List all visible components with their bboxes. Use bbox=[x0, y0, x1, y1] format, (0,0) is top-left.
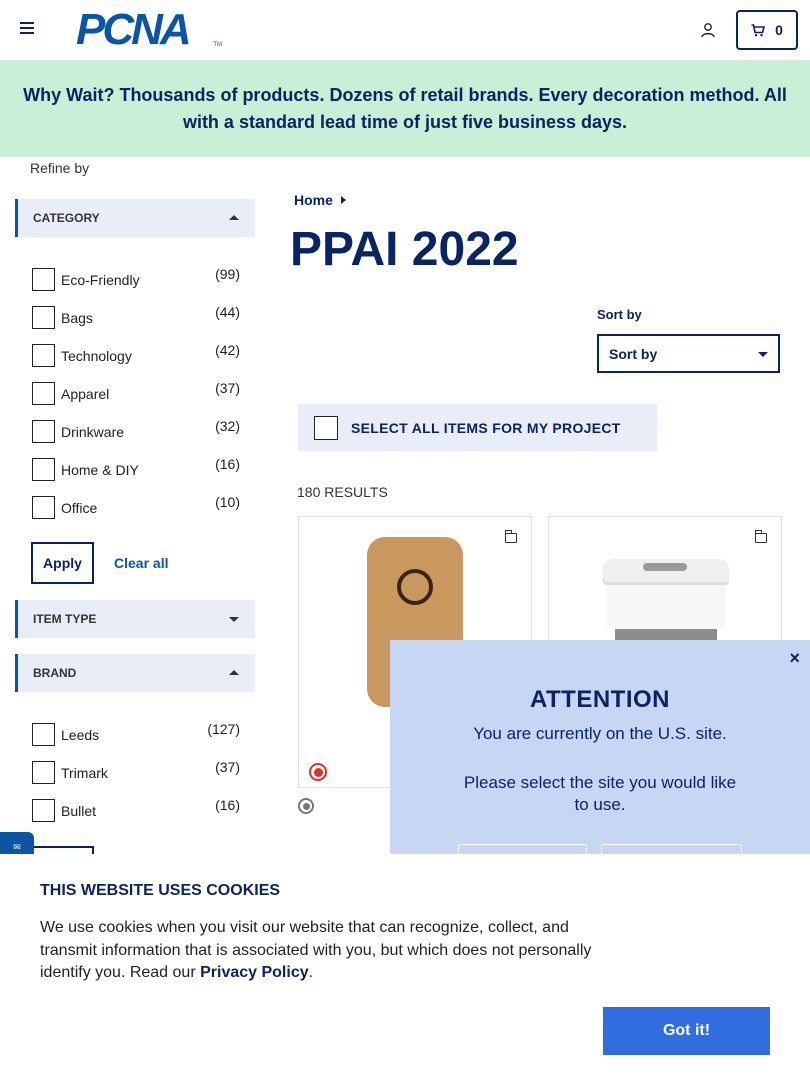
logo-text: PCNA bbox=[76, 5, 192, 54]
option-label: Office bbox=[61, 500, 98, 516]
privacy-policy-link[interactable]: Privacy Policy bbox=[200, 964, 309, 981]
caret-down-icon bbox=[229, 617, 239, 622]
checkbox[interactable] bbox=[32, 382, 55, 405]
apply-button[interactable]: Apply bbox=[31, 542, 94, 584]
checkbox[interactable] bbox=[32, 268, 55, 291]
filter-option-eco-friendly[interactable]: Eco-Friendly (99) bbox=[32, 265, 242, 291]
results-count: 180 RESULTS bbox=[297, 484, 388, 500]
option-count: (42) bbox=[215, 342, 240, 358]
cookie-title: THIS WEBSITE USES COOKIES bbox=[40, 882, 281, 899]
promo-banner: Why Wait? Thousands of products. Dozens … bbox=[0, 61, 810, 157]
pcna-logo[interactable]: PCNA TM bbox=[76, 5, 224, 54]
filter-option-bullet[interactable]: Bullet (16) bbox=[32, 796, 242, 822]
cookie-body: We use cookies when you visit our websit… bbox=[40, 919, 592, 981]
option-count: (44) bbox=[215, 304, 240, 320]
filter-option-trimark[interactable]: Trimark (37) bbox=[32, 758, 242, 784]
cookie-text: We use cookies when you visit our websit… bbox=[40, 917, 610, 985]
folder-icon[interactable] bbox=[504, 530, 517, 543]
brand-filter-title: BRAND bbox=[33, 666, 77, 680]
checkbox[interactable] bbox=[32, 761, 55, 784]
page-title: PPAI 2022 bbox=[290, 223, 519, 276]
item-type-filter-header[interactable]: ITEM TYPE bbox=[15, 600, 255, 638]
checkbox[interactable] bbox=[32, 496, 55, 519]
breadcrumb-home[interactable]: Home bbox=[294, 192, 333, 208]
filter-option-bags[interactable]: Bags (44) bbox=[32, 303, 242, 329]
checkbox[interactable] bbox=[32, 306, 55, 329]
folder-icon[interactable] bbox=[754, 530, 767, 543]
filter-option-technology[interactable]: Technology (42) bbox=[32, 341, 242, 367]
select-all-checkbox[interactable] bbox=[314, 415, 338, 440]
checkbox[interactable] bbox=[32, 458, 55, 481]
category-filter-header[interactable]: CATEGORY bbox=[15, 199, 255, 237]
popup-title: ATTENTION bbox=[529, 686, 671, 713]
caret-up-icon bbox=[229, 215, 239, 220]
product-image-cup-body bbox=[607, 585, 725, 629]
option-count: (32) bbox=[215, 418, 240, 434]
popup-prompt: Please select the site you would like to… bbox=[463, 773, 737, 814]
option-label: Bags bbox=[61, 310, 93, 326]
refine-label: Refine by bbox=[30, 160, 90, 176]
hamburger-menu-icon[interactable] bbox=[20, 22, 36, 38]
filter-option-home-diy[interactable]: Home & DIY (16) bbox=[32, 455, 242, 481]
option-label: Eco-Friendly bbox=[61, 272, 140, 288]
option-label: Drinkware bbox=[61, 424, 125, 440]
option-label: Trimark bbox=[61, 765, 108, 781]
sort-value: Sort by bbox=[609, 345, 658, 362]
caret-up-icon bbox=[229, 670, 239, 675]
cup-spout bbox=[643, 563, 687, 571]
filter-option-office[interactable]: Office (10) bbox=[32, 493, 242, 519]
category-filter-title: CATEGORY bbox=[33, 211, 100, 225]
option-count: (99) bbox=[215, 266, 240, 282]
cart-count: 0 bbox=[775, 22, 783, 38]
option-count: (10) bbox=[215, 494, 240, 510]
close-icon[interactable]: × bbox=[789, 648, 800, 669]
cookie-banner: THIS WEBSITE USES COOKIES We use cookies… bbox=[0, 854, 810, 1080]
checkbox[interactable] bbox=[32, 799, 55, 822]
cookie-end: . bbox=[308, 964, 314, 981]
filter-option-leeds[interactable]: Leeds (127) bbox=[32, 720, 242, 746]
sort-label: Sort by bbox=[597, 307, 642, 322]
popup-message: You are currently on the U.S. site. bbox=[473, 724, 727, 743]
checkbox[interactable] bbox=[32, 723, 55, 746]
breadcrumb-arrow-icon bbox=[340, 196, 346, 204]
color-swatch-grey[interactable] bbox=[298, 798, 314, 814]
chevron-down-icon bbox=[758, 352, 768, 357]
select-all-label: SELECT ALL ITEMS FOR MY PROJECT bbox=[351, 419, 621, 436]
option-count: (37) bbox=[215, 759, 240, 775]
imprint-logo bbox=[397, 569, 433, 605]
item-type-filter-title: ITEM TYPE bbox=[33, 612, 97, 626]
option-count: (37) bbox=[215, 380, 240, 396]
select-all-items[interactable]: SELECT ALL ITEMS FOR MY PROJECT bbox=[298, 404, 657, 451]
clear-all-link[interactable]: Clear all bbox=[114, 555, 168, 571]
got-it-button[interactable]: Got it! bbox=[603, 1007, 770, 1055]
checkbox[interactable] bbox=[32, 420, 55, 443]
option-count: (127) bbox=[207, 721, 240, 737]
brand-filter-header[interactable]: BRAND bbox=[15, 654, 255, 692]
cart-icon bbox=[751, 23, 766, 36]
filter-option-apparel[interactable]: Apparel (37) bbox=[32, 379, 242, 405]
breadcrumb[interactable]: Home bbox=[294, 192, 346, 208]
option-count: (16) bbox=[215, 456, 240, 472]
site-header: PCNA TM 0 bbox=[0, 0, 810, 61]
color-swatch-red[interactable] bbox=[309, 763, 327, 781]
option-label: Home & DIY bbox=[61, 462, 139, 478]
logo-trademark: TM bbox=[213, 42, 222, 48]
option-label: Apparel bbox=[61, 386, 110, 402]
user-icon[interactable] bbox=[700, 22, 716, 38]
option-label: Bullet bbox=[61, 803, 97, 819]
filter-option-drinkware[interactable]: Drinkware (32) bbox=[32, 417, 242, 443]
cart-button[interactable]: 0 bbox=[736, 10, 798, 50]
banner-text: Why Wait? Thousands of products. Dozens … bbox=[23, 85, 787, 132]
checkbox[interactable] bbox=[32, 344, 55, 367]
option-count: (16) bbox=[215, 797, 240, 813]
option-label: Technology bbox=[61, 348, 132, 364]
site-attention-popup: × ATTENTION You are currently on the U.S… bbox=[390, 640, 810, 856]
option-label: Leeds bbox=[61, 727, 100, 743]
sort-select[interactable]: Sort by bbox=[597, 334, 780, 373]
